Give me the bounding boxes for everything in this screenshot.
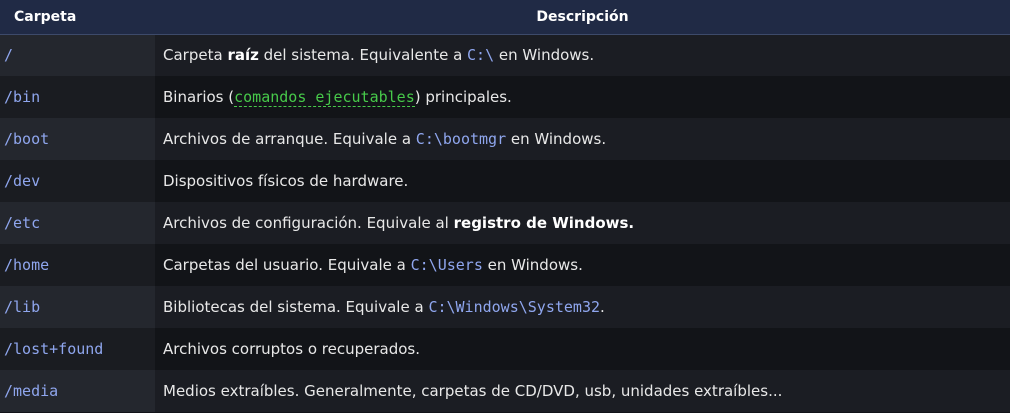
table-row: /lib Bibliotecas del sistema. Equivale a…: [0, 286, 1010, 328]
description-text: Medios extraíbles. Generalmente, carpeta…: [163, 382, 783, 400]
description-text: en Windows.: [494, 46, 595, 65]
table-row: /lost+found Archivos corruptos o recuper…: [0, 328, 1010, 370]
table-row: /media Medios extraíbles. Generalmente, …: [0, 370, 1010, 412]
description-cell: Binarios (comandos ejecutables) principa…: [155, 76, 1010, 118]
column-header-folder: Carpeta: [0, 0, 155, 35]
table-row: /etc Archivos de configuración. Equivale…: [0, 202, 1010, 244]
inline-code: C:\bootmgr: [415, 130, 507, 148]
description-text: Archivos de arranque. Equivale a: [163, 130, 416, 148]
description-text: en Windows.: [482, 256, 583, 274]
description-cell: Archivos corruptos o recuperados.: [155, 328, 1010, 370]
bold-term: raíz: [227, 46, 259, 65]
folder-cell: /boot: [0, 118, 155, 160]
description-text: Archivos corruptos o recuperados.: [163, 340, 420, 358]
table-row: /dev Dispositivos físicos de hardware.: [0, 160, 1010, 202]
description-text: Archivos de configuración. Equivale al: [163, 214, 454, 232]
folder-cell: /etc: [0, 202, 155, 244]
description-cell: Bibliotecas del sistema. Equivale a C:\W…: [155, 286, 1010, 328]
table-row: / Carpeta raíz del sistema. Equivalente …: [0, 34, 1010, 76]
description-text: ) principales.: [414, 88, 512, 106]
description-text: Carpetas del usuario. Equivale a: [163, 256, 411, 274]
glossary-term-link[interactable]: comandos ejecutables: [234, 88, 415, 107]
description-text: en Windows.: [506, 130, 607, 148]
description-cell: Carpetas del usuario. Equivale a C:\User…: [155, 244, 1010, 286]
description-text: del sistema. Equivalente a: [258, 46, 468, 65]
description-text: .: [600, 298, 605, 316]
folder-cell: /media: [0, 370, 155, 412]
folder-cell: /lib: [0, 286, 155, 328]
table-row: /home Carpetas del usuario. Equivale a C…: [0, 244, 1010, 286]
inline-code: C:\Windows\System32: [428, 298, 601, 316]
folder-cell: /lost+found: [0, 328, 155, 370]
description-cell: Archivos de arranque. Equivale a C:\boot…: [155, 118, 1010, 160]
inline-code: C:\: [467, 46, 495, 65]
folder-cell: /: [0, 34, 155, 76]
description-text: Dispositivos físicos de hardware.: [163, 172, 409, 190]
table-row: /bin Binarios (comandos ejecutables) pri…: [0, 76, 1010, 118]
bold-term: registro de Windows.: [453, 214, 635, 232]
description-text: Carpeta: [163, 46, 228, 65]
folder-cell: /home: [0, 244, 155, 286]
column-header-description: Descripción: [155, 0, 1010, 35]
description-text: Binarios (: [163, 88, 235, 106]
description-cell: Medios extraíbles. Generalmente, carpeta…: [155, 370, 1010, 412]
table-row: /boot Archivos de arranque. Equivale a C…: [0, 118, 1010, 160]
linux-folders-table: Carpeta Descripción / Carpeta raíz del s…: [0, 0, 1010, 412]
folder-cell: /dev: [0, 160, 155, 202]
description-cell: Carpeta raíz del sistema. Equivalente a …: [155, 34, 1010, 76]
folder-cell: /bin: [0, 76, 155, 118]
description-cell: Dispositivos físicos de hardware.: [155, 160, 1010, 202]
description-text: Bibliotecas del sistema. Equivale a: [163, 298, 429, 316]
table-header-row: Carpeta Descripción: [0, 0, 1010, 35]
inline-code: C:\Users: [410, 256, 483, 274]
description-cell: Archivos de configuración. Equivale al r…: [155, 202, 1010, 244]
